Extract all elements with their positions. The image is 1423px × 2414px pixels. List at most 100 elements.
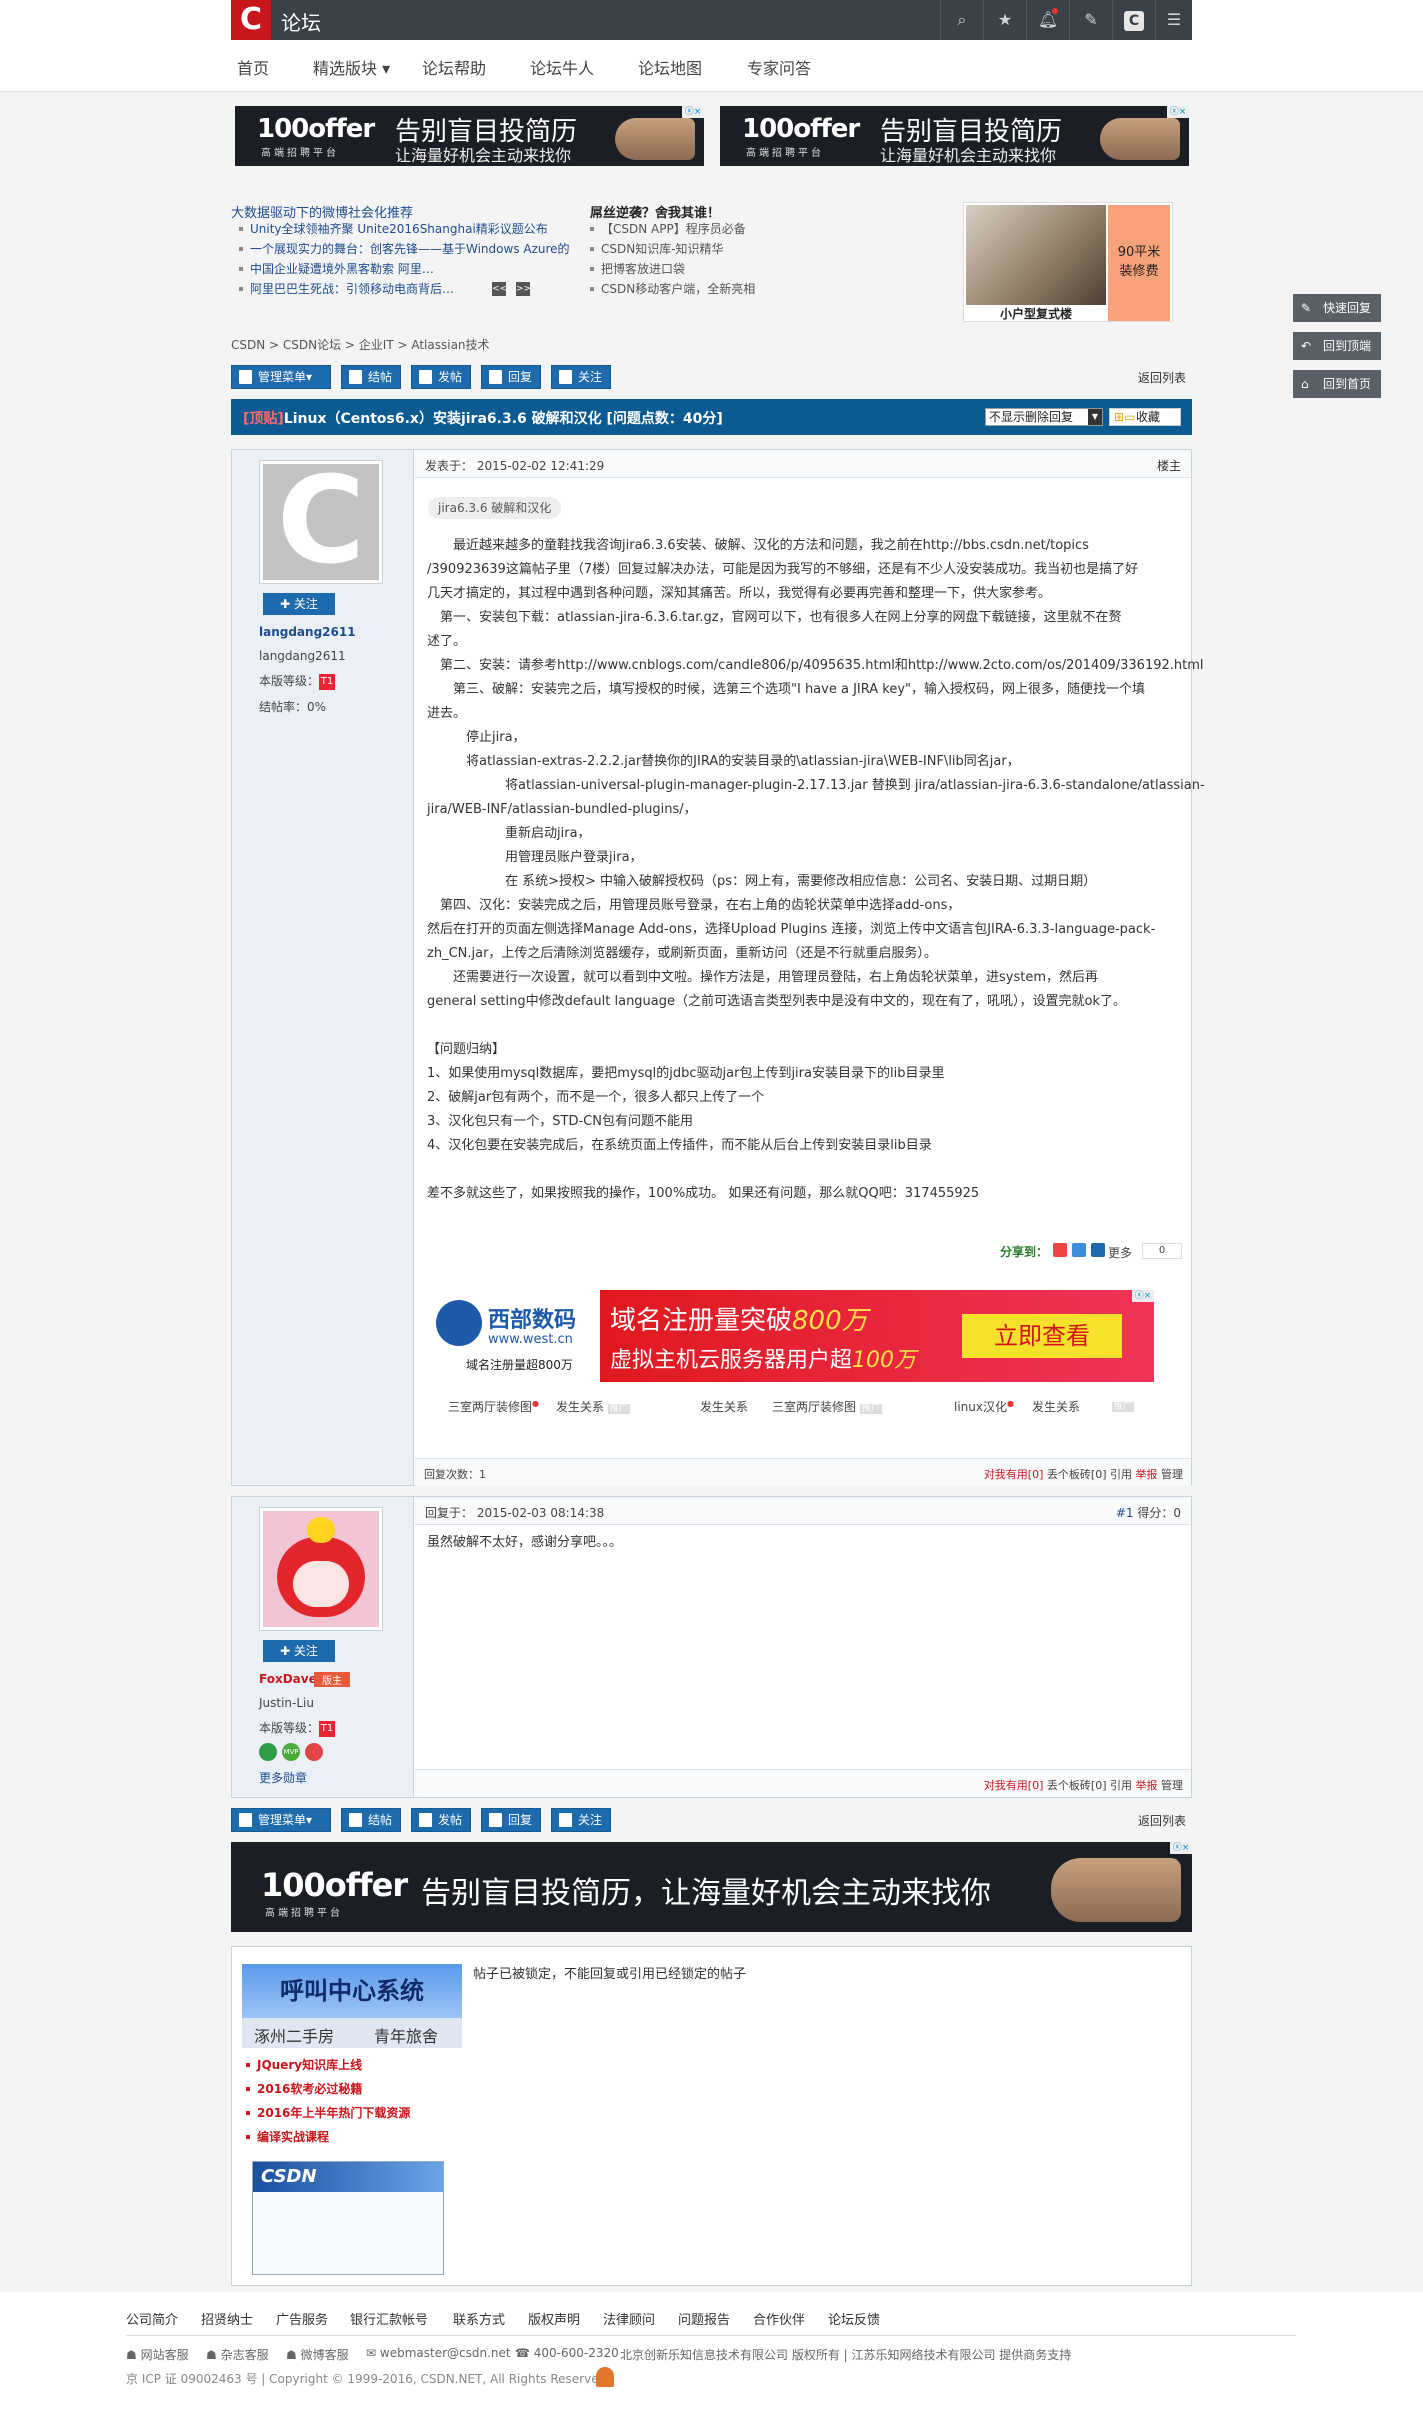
- footer-link[interactable]: 论坛反馈: [828, 2309, 880, 2328]
- follow-thread-button[interactable]: 关注: [551, 365, 611, 389]
- hot-link[interactable]: 【CSDN APP】程序员必备: [590, 219, 755, 239]
- security-badge-icon[interactable]: [596, 2367, 614, 2387]
- share-more-icon[interactable]: [1091, 1243, 1105, 1257]
- share-more-link[interactable]: 更多: [1108, 1244, 1132, 1261]
- hot-link[interactable]: CSDN知识库-知识精华: [590, 239, 755, 259]
- footer-link[interactable]: 法律顾问: [603, 2309, 655, 2328]
- star-icon[interactable]: ★: [983, 0, 1026, 40]
- ad-close-icon[interactable]: ⓧ×: [1170, 1842, 1192, 1854]
- locked-link[interactable]: JQuery知识库上线: [246, 2053, 410, 2077]
- promo-image-ad[interactable]: 90平米 装修费 小户型复式楼: [963, 202, 1173, 322]
- csdn-box-ad[interactable]: CSDN: [252, 2161, 444, 2275]
- back-to-top-button[interactable]: ↶ 回到顶端: [1293, 332, 1381, 360]
- report-link[interactable]: 举报: [1136, 1468, 1158, 1481]
- share-weibo-icon[interactable]: [1053, 1243, 1067, 1257]
- hot-link[interactable]: 把博客放进口袋: [590, 259, 755, 279]
- author-username[interactable]: langdang2611: [259, 625, 356, 639]
- reply-filter-select[interactable]: 不显示删除回复 ▼: [985, 408, 1103, 426]
- site-title[interactable]: 论坛: [281, 7, 321, 36]
- quote-link[interactable]: 引用: [1110, 1779, 1132, 1792]
- useful-link[interactable]: 对我有用[0]: [984, 1468, 1044, 1481]
- ad-left-link[interactable]: 涿州二手房: [254, 2023, 334, 2047]
- breadcrumb[interactable]: CSDN > CSDN论坛 > 企业IT > Atlassian技术: [231, 336, 490, 353]
- new-post-button[interactable]: 发帖: [411, 1808, 471, 1832]
- csdn-logo[interactable]: C: [231, 0, 271, 40]
- menu-icon[interactable]: ☰: [1155, 0, 1192, 40]
- hot-link[interactable]: 一个展现实力的舞台：创客先锋——基于Windows Azure的: [239, 239, 570, 259]
- follow-user-button[interactable]: ✚ 关注: [263, 593, 335, 615]
- footer-contact[interactable]: ☗ 网站客服: [126, 2346, 189, 2363]
- call-center-ad[interactable]: 呼叫中心系统: [242, 1964, 462, 2018]
- back-home-button[interactable]: ⌂ 回到首页: [1293, 370, 1381, 398]
- nav-experts[interactable]: 论坛牛人: [530, 55, 594, 79]
- nav-featured[interactable]: 精选版块 ▾: [313, 55, 390, 79]
- brick-link[interactable]: 丢个板砖[0]: [1047, 1779, 1107, 1792]
- close-thread-button[interactable]: 结帖: [341, 365, 401, 389]
- back-to-list-link[interactable]: 返回列表: [1138, 369, 1186, 386]
- quote-link[interactable]: 引用: [1110, 1468, 1132, 1481]
- hot-link[interactable]: CSDN移动客户端，全新亮相: [590, 279, 755, 299]
- more-medals-link[interactable]: 更多勋章: [259, 1769, 307, 1786]
- manage-link[interactable]: 管理: [1161, 1468, 1183, 1481]
- footer-link[interactable]: 银行汇款帐号: [350, 2309, 428, 2328]
- close-thread-button[interactable]: 结帖: [341, 1808, 401, 1832]
- hot-link[interactable]: 中国企业疑遭境外黑客勒索 阿里…: [239, 259, 570, 279]
- author-username[interactable]: FoxDave: [259, 1672, 317, 1686]
- ad-close-icon[interactable]: ⓧ×: [1132, 1290, 1154, 1302]
- footer-link[interactable]: 版权声明: [528, 2309, 580, 2328]
- brick-link[interactable]: 丢个板砖[0]: [1047, 1468, 1107, 1481]
- footer-link[interactable]: 招贤纳士: [201, 2309, 253, 2328]
- reply-button[interactable]: 回复: [481, 1808, 541, 1832]
- useful-link[interactable]: 对我有用[0]: [984, 1779, 1044, 1792]
- related-link[interactable]: 三室两厅装修图●: [448, 1398, 539, 1415]
- locked-link[interactable]: 2016年上半年热门下载资源: [246, 2101, 410, 2125]
- share-qzone-icon[interactable]: [1072, 1243, 1086, 1257]
- related-link[interactable]: 发生关系: [1032, 1398, 1080, 1415]
- reply-button[interactable]: 回复: [481, 365, 541, 389]
- footer-link[interactable]: 合作伙伴: [753, 2309, 805, 2328]
- footer-contact[interactable]: ✉ webmaster@csdn.net: [366, 2346, 511, 2360]
- medal-flower-icon[interactable]: [305, 1743, 323, 1761]
- avatar[interactable]: [259, 1507, 383, 1631]
- locked-link[interactable]: 编译实战课程: [246, 2125, 410, 2149]
- west-cta-button[interactable]: 立即查看: [962, 1314, 1122, 1358]
- manage-menu-button[interactable]: 管理菜单▾: [231, 365, 331, 389]
- search-icon[interactable]: ⌕: [940, 0, 983, 40]
- footer-link[interactable]: 联系方式: [453, 2309, 505, 2328]
- topic-tag[interactable]: jira6.3.6 破解和汉化: [428, 497, 562, 519]
- avatar[interactable]: C: [259, 460, 383, 584]
- ad-close-icon[interactable]: ⓧ×: [1167, 106, 1189, 118]
- related-link[interactable]: 三室两厅装修图 推广: [772, 1398, 882, 1415]
- medal-up-icon[interactable]: [259, 1743, 277, 1761]
- ad-banner-right[interactable]: 100offer 高端招聘平台 告别盲目投简历 让海量好机会主动来找你 ⓧ×: [720, 106, 1189, 166]
- quick-reply-button[interactable]: ✎ 快速回复: [1293, 294, 1381, 322]
- related-link[interactable]: 发生关系 推广: [556, 1398, 630, 1415]
- footer-link[interactable]: 问题报告: [678, 2309, 730, 2328]
- hot-link[interactable]: Unity全球领袖齐聚 Unite2016Shanghai精彩议题公布: [239, 219, 570, 239]
- nav-map[interactable]: 论坛地图: [638, 55, 702, 79]
- locked-link[interactable]: 2016软考必过秘籍: [246, 2077, 410, 2101]
- csdn-icon[interactable]: C: [1112, 0, 1155, 40]
- follow-user-button[interactable]: ✚ 关注: [263, 1640, 335, 1662]
- footer-contact[interactable]: ☗ 杂志客服: [206, 2346, 269, 2363]
- manage-link[interactable]: 管理: [1161, 1779, 1183, 1792]
- ad-close-icon[interactable]: ⓧ×: [682, 106, 704, 118]
- nav-help[interactable]: 论坛帮助: [422, 55, 486, 79]
- follow-thread-button[interactable]: 关注: [551, 1808, 611, 1832]
- edit-icon[interactable]: ✎: [1069, 0, 1112, 40]
- hot-prev-button[interactable]: <<: [492, 282, 507, 296]
- related-link[interactable]: linux汉化●: [954, 1398, 1014, 1415]
- ad-right-link[interactable]: 青年旅舍: [374, 2023, 438, 2047]
- bell-icon[interactable]: 🔔︎: [1026, 0, 1069, 40]
- footer-contact[interactable]: ☗ 微博客服: [286, 2346, 349, 2363]
- footer-link[interactable]: 广告服务: [276, 2309, 328, 2328]
- ad-banner-left[interactable]: 100offer 高端招聘平台 告别盲目投简历 让海量好机会主动来找你 ⓧ×: [235, 106, 704, 166]
- medal-mvp-icon[interactable]: MVP: [282, 1743, 300, 1761]
- hot-next-button[interactable]: >>: [516, 282, 531, 296]
- collect-button[interactable]: ⊞▭ 收藏: [1109, 408, 1181, 426]
- report-link[interactable]: 举报: [1136, 1779, 1158, 1792]
- related-link[interactable]: 推广: [1112, 1398, 1135, 1412]
- manage-menu-button[interactable]: 管理菜单▾: [231, 1808, 331, 1832]
- back-to-list-link[interactable]: 返回列表: [1138, 1812, 1186, 1829]
- new-post-button[interactable]: 发帖: [411, 365, 471, 389]
